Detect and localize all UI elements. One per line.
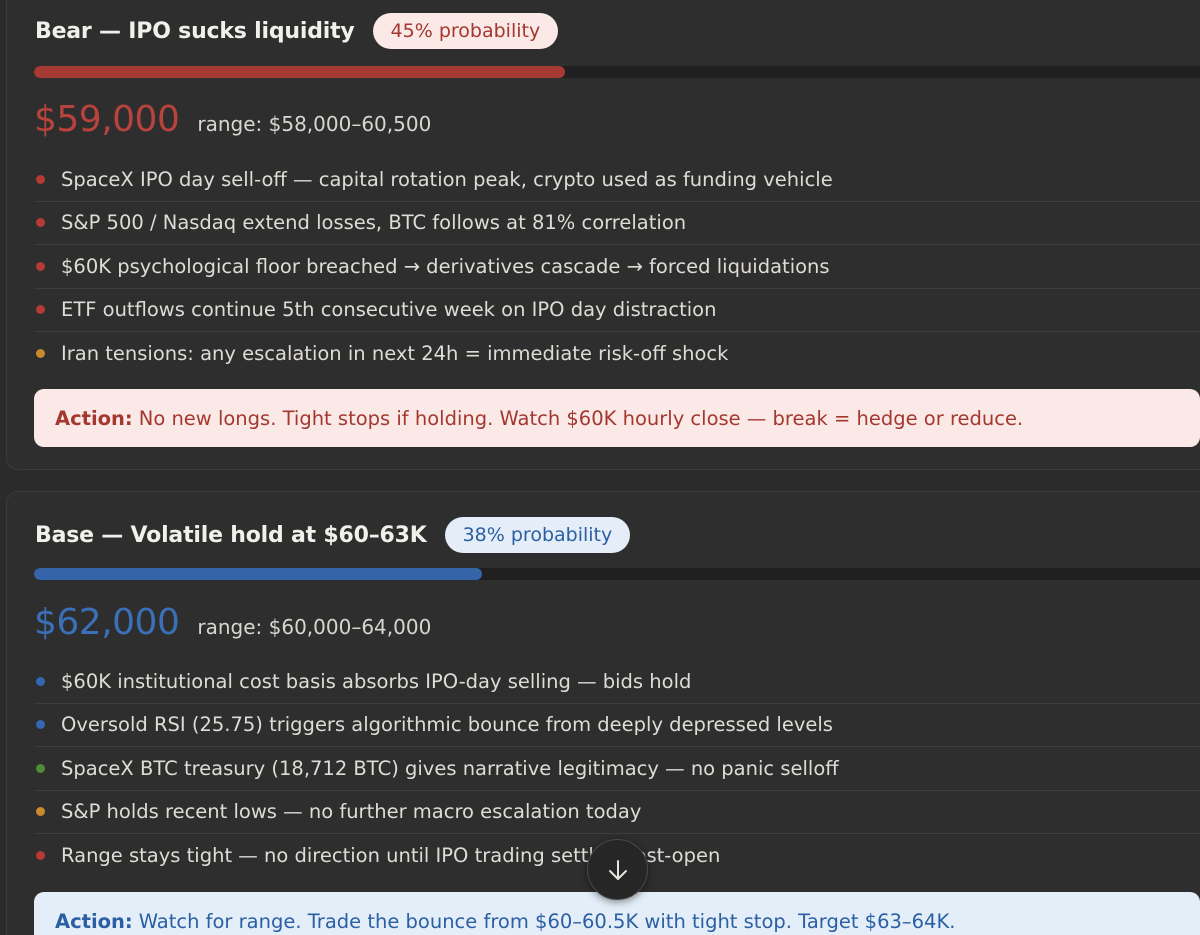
bullet-dot-icon [36,349,45,359]
bullet-text: SpaceX BTC treasury (18,712 BTC) gives n… [61,756,839,780]
bullet-dot-icon [36,851,45,861]
scenario-title: Base — Volatile hold at $60–63K [35,522,427,548]
probability-bar [34,568,1200,580]
scenario-header: Bear — IPO sucks liquidity 45% probabili… [35,13,559,49]
price-target: $59,000 range: $58,000–60,500 [34,99,431,140]
scenario-drivers: SpaceX IPO day sell-off — capital rotati… [34,158,1200,376]
bullet-text: ETF outflows continue 5th consecutive we… [61,298,717,322]
scroll-to-bottom-button[interactable] [587,839,648,900]
bullet-text: $60K psychological floor breached → deri… [61,254,830,278]
bullet-dot-icon [36,305,45,315]
target-price: $59,000 [34,99,180,140]
price-target: $62,000 range: $60,000–64,000 [34,602,431,643]
bullet-text: S&P 500 / Nasdaq extend losses, BTC foll… [61,211,687,235]
bullet-dot-icon [36,720,45,730]
bullet-dot-icon [36,676,45,686]
bullet-dot-icon [36,174,45,184]
target-price: $62,000 [34,602,180,643]
probability-badge: 45% probability [372,13,559,49]
bullet-text: S&P holds recent lows — no further macro… [61,800,642,824]
price-range: range: $60,000–64,000 [197,615,432,639]
probability-bar-fill [34,66,565,78]
bullet-text: Iran tensions: any escalation in next 24… [61,342,729,366]
action-text: Watch for range. Trade the bounce from $… [138,909,956,933]
list-item: S&P holds recent lows — no further macro… [34,791,1200,834]
probability-badge: 38% probability [444,517,631,553]
probability-bar-fill [34,568,483,580]
action-label: Action: [55,406,133,430]
list-item: SpaceX IPO day sell-off — capital rotati… [34,158,1200,202]
list-item: Iran tensions: any escalation in next 24… [34,332,1200,376]
action-text: No new longs. Tight stops if holding. Wa… [138,406,1024,430]
list-item: SpaceX BTC treasury (18,712 BTC) gives n… [34,747,1200,791]
action-label: Action: [55,909,133,933]
list-item: ETF outflows continue 5th consecutive we… [34,289,1200,332]
scenario-card-bear: Bear — IPO sucks liquidity 45% probabili… [6,0,1200,470]
bullet-text: Oversold RSI (25.75) triggers algorithmi… [61,713,833,737]
scenario-title: Bear — IPO sucks liquidity [35,18,355,44]
arrow-down-icon [608,859,627,880]
bullet-dot-icon [36,763,45,773]
list-item: $60K institutional cost basis absorbs IP… [34,660,1200,704]
list-item: Oversold RSI (25.75) triggers algorithmi… [34,704,1200,747]
bullet-text: SpaceX IPO day sell-off — capital rotati… [61,167,833,191]
bullet-text: $60K institutional cost basis absorbs IP… [61,669,692,693]
list-item: $60K psychological floor breached → deri… [34,245,1200,289]
bullet-dot-icon [36,218,45,228]
probability-bar [34,66,1200,78]
price-range: range: $58,000–60,500 [197,112,432,136]
action-callout: Action: No new longs. Tight stops if hol… [34,389,1200,447]
bullet-dot-icon [36,261,45,271]
list-item: S&P 500 / Nasdaq extend losses, BTC foll… [34,202,1200,245]
bullet-dot-icon [36,807,45,817]
scenario-header: Base — Volatile hold at $60–63K 38% prob… [35,517,631,553]
